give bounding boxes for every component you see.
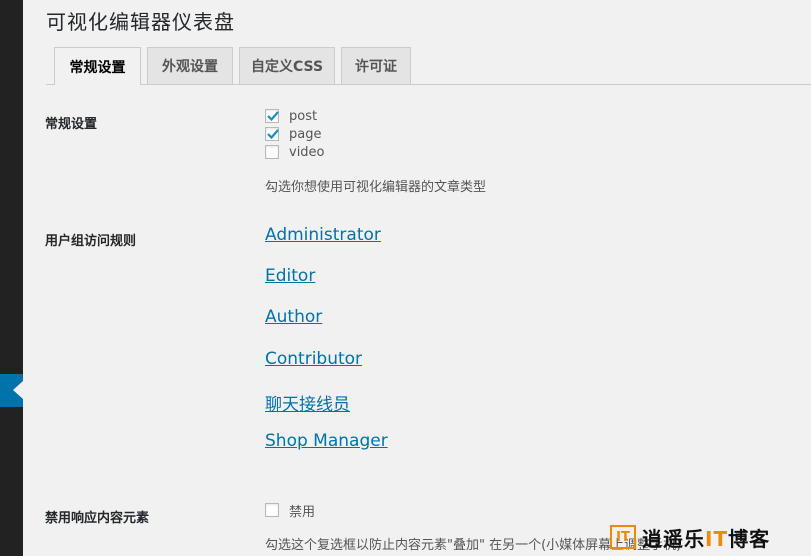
post-types-description: 勾选你想使用可视化编辑器的文章类型 [265, 180, 487, 195]
checkmark-icon [267, 111, 279, 122]
disable-responsive-option[interactable]: 禁用 [265, 501, 316, 520]
role-link-editor[interactable]: Editor [265, 266, 315, 286]
watermark-logo: IT [610, 525, 636, 549]
watermark-text-a: 逍遥乐 [642, 526, 705, 551]
video-checkbox[interactable] [265, 145, 279, 159]
disable-responsive-checkbox[interactable] [265, 503, 279, 517]
post-type-page[interactable]: page [265, 125, 321, 143]
watermark-text-b: IT [705, 526, 729, 551]
role-link-shop-manager[interactable]: Shop Manager [265, 431, 388, 451]
watermark-text: 逍遥乐IT博客 [642, 523, 770, 552]
post-checkbox[interactable] [265, 109, 279, 123]
tab-license[interactable]: 许可证 [341, 47, 411, 84]
page-checkbox-label: page [289, 126, 322, 142]
tab-appearance[interactable]: 外观设置 [147, 47, 233, 84]
role-access-label: 用户组访问规则 [45, 234, 137, 249]
post-type-post[interactable]: post [265, 107, 317, 125]
admin-sidebar [0, 0, 23, 556]
role-link-author[interactable]: Author [265, 307, 322, 327]
general-settings-label: 常规设置 [45, 117, 98, 132]
post-checkbox-label: post [289, 108, 318, 124]
site-watermark: IT 逍遥乐IT博客 [610, 523, 770, 551]
role-link-administrator[interactable]: Administrator [265, 225, 381, 245]
responsive-elements-label: 禁用响应内容元素 [45, 511, 150, 526]
tabs-divider [46, 84, 811, 85]
sidebar-current-arrow [13, 381, 23, 399]
disable-responsive-checkbox-label: 禁用 [289, 504, 316, 520]
post-type-video[interactable]: video [265, 143, 325, 161]
video-checkbox-label: video [289, 144, 325, 160]
watermark-text-c: 博客 [728, 526, 771, 551]
checkmark-icon [267, 129, 279, 140]
page-checkbox[interactable] [265, 127, 279, 141]
role-link-chat-operator[interactable]: 聊天接线员 [265, 390, 350, 415]
role-link-contributor[interactable]: Contributor [265, 349, 362, 369]
page-title: 可视化编辑器仪表盘 [46, 10, 235, 34]
tab-general[interactable]: 常规设置 [54, 47, 141, 85]
tab-custom-css[interactable]: 自定义CSS [239, 47, 335, 84]
